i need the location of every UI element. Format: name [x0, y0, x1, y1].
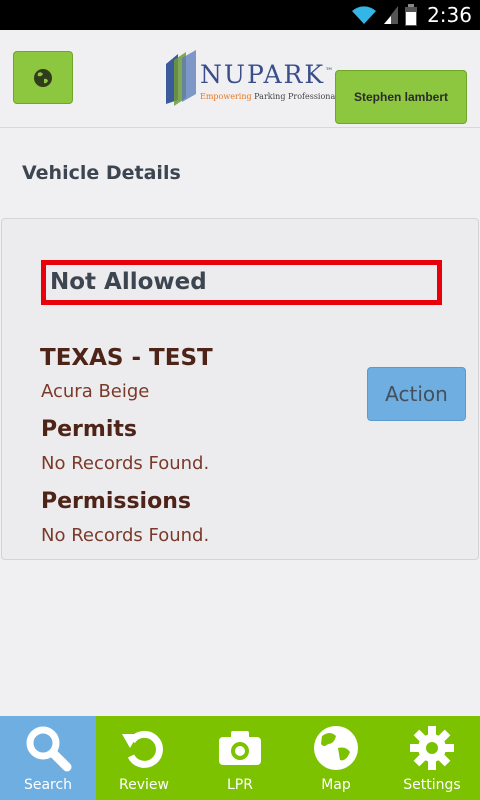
nav-settings[interactable]: Settings — [384, 716, 480, 800]
nav-review[interactable]: Review — [96, 716, 192, 800]
status-icons: 2:36 — [351, 3, 472, 27]
nav-map[interactable]: Map — [288, 716, 384, 800]
search-icon — [24, 724, 72, 772]
status-alert-box: Not Allowed — [41, 260, 442, 305]
globe-icon — [34, 68, 52, 87]
permits-value: No Records Found. — [41, 453, 210, 474]
logo-tagline-highlight: Empowering — [200, 92, 252, 101]
globe-button[interactable] — [13, 51, 73, 104]
signal-icon — [384, 6, 399, 24]
logo-mark-icon — [166, 50, 196, 106]
map-globe-icon — [312, 724, 360, 772]
status-bar: 2:36 — [0, 0, 480, 30]
page-title: Vehicle Details — [22, 162, 181, 184]
clock: 2:36 — [427, 3, 472, 27]
battery-icon — [405, 4, 418, 26]
nav-label: Review — [119, 777, 169, 793]
user-button[interactable]: Stephen lambert — [335, 70, 467, 124]
plate-number: TEXAS - TEST — [40, 345, 213, 371]
logo-trademark: ™ — [325, 66, 334, 76]
nav-label: LPR — [227, 777, 253, 793]
permits-heading: Permits — [41, 417, 137, 442]
gear-icon — [408, 724, 456, 772]
status-text: Not Allowed — [50, 269, 207, 295]
nav-search[interactable]: Search — [0, 716, 96, 800]
nav-label: Map — [321, 777, 351, 793]
vehicle-card: Not Allowed TEXAS - TEST Acura Beige Act… — [1, 218, 479, 560]
app-header: NUPARK™ Empowering Parking Professionals… — [0, 30, 480, 128]
logo-name: NUPARK — [200, 60, 326, 89]
nav-label: Settings — [403, 777, 461, 793]
nupark-logo: NUPARK™ Empowering Parking Professionals — [162, 50, 342, 108]
nav-lpr[interactable]: LPR — [192, 716, 288, 800]
permissions-heading: Permissions — [41, 489, 191, 514]
vehicle-description: Acura Beige — [41, 381, 150, 402]
nav-label: Search — [23, 777, 73, 793]
camera-icon — [216, 724, 264, 772]
wifi-icon — [352, 6, 377, 24]
action-button[interactable]: Action — [367, 367, 466, 421]
permissions-value: No Records Found. — [41, 525, 210, 546]
logo-tagline-rest: Parking Professionals — [251, 92, 342, 101]
bottom-nav: Search Review LPR Map Settings — [0, 716, 480, 800]
review-icon — [120, 724, 168, 772]
